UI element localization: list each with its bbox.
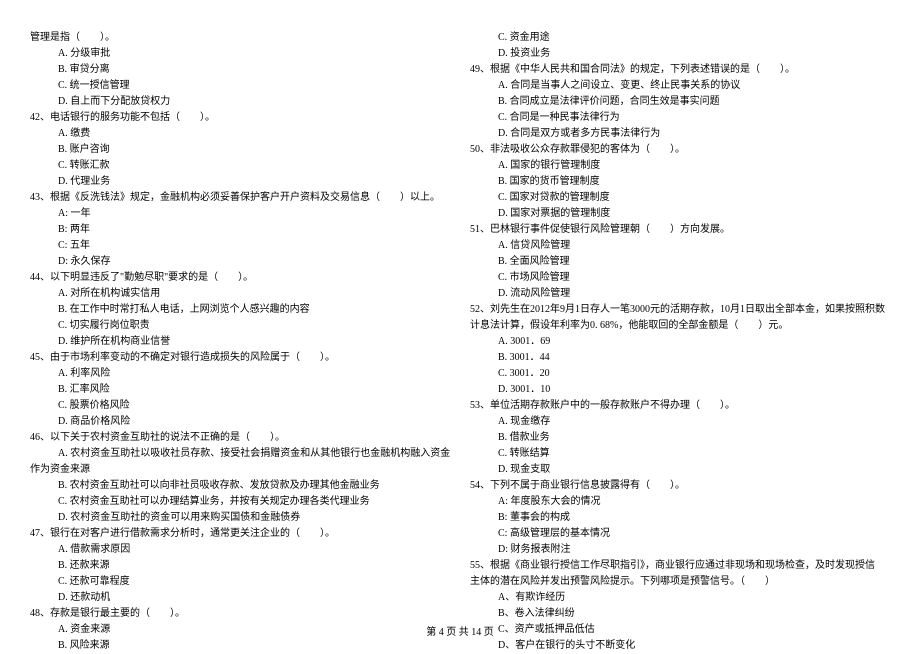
q49-opt-b: B. 合同成立是法律评价问题，合同生效是事实问题 <box>470 94 890 110</box>
q53-opt-b: B. 借款业务 <box>470 430 890 446</box>
q53-opt-c: C. 转账结算 <box>470 446 890 462</box>
q43-opt-c: C: 五年 <box>30 238 450 254</box>
q48-opt-b: B. 风险来源 <box>30 638 450 654</box>
q51-opt-d: D. 流动风险管理 <box>470 286 890 302</box>
q54-opt-a: A: 年度股东大会的情况 <box>470 494 890 510</box>
q48-opt-c: C. 资金用途 <box>470 30 890 46</box>
q51-stem: 51、巴林银行事件促使银行风险管理朝（ ）方向发展。 <box>470 222 890 238</box>
q55-stem-l2: 主体的潜在风险并发出预警风险提示。下列哪项是预警信号。（ ） <box>470 574 890 590</box>
q55-opt-d: D、客户在银行的头寸不断变化 <box>470 638 890 654</box>
q45-opt-a: A. 利率风险 <box>30 366 450 382</box>
q45-opt-c: C. 股票价格风险 <box>30 398 450 414</box>
left-column: 管理是指（ ）。 A. 分级审批 B. 审贷分离 C. 统一授信管理 D. 自上… <box>20 30 460 654</box>
q43-opt-d: D: 永久保存 <box>30 254 450 270</box>
q53-opt-a: A. 现金缴存 <box>470 414 890 430</box>
q47-opt-d: D. 还款动机 <box>30 590 450 606</box>
q51-opt-a: A. 信贷风险管理 <box>470 238 890 254</box>
q52-opt-d: D. 3001．10 <box>470 382 890 398</box>
q45-opt-b: B. 汇率风险 <box>30 382 450 398</box>
q53-opt-d: D. 现金支取 <box>470 462 890 478</box>
q53-stem: 53、单位活期存款账户中的一般存款账户不得办理（ ）。 <box>470 398 890 414</box>
q42-opt-b: B. 账户咨询 <box>30 142 450 158</box>
q44-stem: 44、以下明显违反了"勤勉尽职"要求的是（ ）。 <box>30 270 450 286</box>
q44-opt-c: C. 切实履行岗位职责 <box>30 318 450 334</box>
q51-opt-b: B. 全面风险管理 <box>470 254 890 270</box>
q52-opt-c: C. 3001．20 <box>470 366 890 382</box>
q49-opt-d: D. 合同是双方或者多方民事法律行为 <box>470 126 890 142</box>
q46-opt-a-l2: 作为资金来源 <box>30 462 450 478</box>
q46-stem: 46、以下关于农村资金互助社的说法不正确的是（ ）。 <box>30 430 450 446</box>
q43-stem: 43、根据《反洗钱法》规定，金融机构必须妥善保护客户开户资料及交易信息（ ）以上… <box>30 190 450 206</box>
q47-stem: 47、银行在对客户进行借款需求分析时，通常更关注企业的（ ）。 <box>30 526 450 542</box>
q50-stem: 50、非法吸收公众存款罪侵犯的客体为（ ）。 <box>470 142 890 158</box>
q41-stem-cont: 管理是指（ ）。 <box>30 30 450 46</box>
q47-opt-a: A. 借款需求原因 <box>30 542 450 558</box>
q46-opt-a-l1: A. 农村资金互助社以吸收社员存款、接受社会捐赠资金和从其他银行也金融机构融入资… <box>30 446 450 462</box>
q45-opt-d: D. 商品价格风险 <box>30 414 450 430</box>
q43-opt-b: B: 两年 <box>30 222 450 238</box>
q50-opt-c: C. 国家对贷款的管理制度 <box>470 190 890 206</box>
q41-opt-d: D. 自上而下分配放贷权力 <box>30 94 450 110</box>
q49-opt-a: A. 合同是当事人之间设立、变更、终止民事关系的协议 <box>470 78 890 94</box>
q41-opt-b: B. 审贷分离 <box>30 62 450 78</box>
q52-opt-b: B. 3001．44 <box>470 350 890 366</box>
q52-stem-l2: 计息法计算，假设年利率为0. 68%，他能取回的全部金额是（ ）元。 <box>470 318 890 334</box>
q42-opt-a: A. 缴费 <box>30 126 450 142</box>
q50-opt-a: A. 国家的银行管理制度 <box>470 158 890 174</box>
q51-opt-c: C. 市场风险管理 <box>470 270 890 286</box>
q55-stem-l1: 55、根据《商业银行授信工作尽职指引》，商业银行应通过非现场和现场检查，及时发现… <box>470 558 890 574</box>
q52-stem-l1: 52、刘先生在2012年9月1日存人一笔3000元的活期存款，10月1日取出全部… <box>470 302 890 318</box>
q47-opt-c: C. 还款可靠程度 <box>30 574 450 590</box>
q47-opt-b: B. 还款来源 <box>30 558 450 574</box>
q54-opt-b: B: 董事会的构成 <box>470 510 890 526</box>
q50-opt-b: B. 国家的货币管理制度 <box>470 174 890 190</box>
q55-opt-a: A、有欺诈经历 <box>470 590 890 606</box>
q54-opt-d: D: 财务报表附注 <box>470 542 890 558</box>
q41-opt-a: A. 分级审批 <box>30 46 450 62</box>
page-content: 管理是指（ ）。 A. 分级审批 B. 审贷分离 C. 统一授信管理 D. 自上… <box>0 0 920 654</box>
q42-opt-d: D. 代理业务 <box>30 174 450 190</box>
q44-opt-d: D. 维护所在机构商业信誉 <box>30 334 450 350</box>
q49-opt-c: C. 合同是一种民事法律行为 <box>470 110 890 126</box>
q52-opt-a: A. 3001．69 <box>470 334 890 350</box>
q48-stem: 48、存款是银行最主要的（ ）。 <box>30 606 450 622</box>
q44-opt-b: B. 在工作中时常打私人电话，上网浏览个人感兴趣的内容 <box>30 302 450 318</box>
q54-opt-c: C: 高级管理层的基本情况 <box>470 526 890 542</box>
q48-opt-d: D. 投资业务 <box>470 46 890 62</box>
q41-opt-c: C. 统一授信管理 <box>30 78 450 94</box>
q46-opt-b: B. 农村资金互助社可以向非社员吸收存款、发放贷款及办理其他金融业务 <box>30 478 450 494</box>
page-footer: 第 4 页 共 14 页 <box>0 623 920 638</box>
q44-opt-a: A. 对所在机构诚实信用 <box>30 286 450 302</box>
q54-stem: 54、下列不属于商业银行信息披露得有（ ）。 <box>470 478 890 494</box>
q45-stem: 45、由于市场利率变动的不确定对银行造成损失的风险属于（ ）。 <box>30 350 450 366</box>
right-column: C. 资金用途 D. 投资业务 49、根据《中华人民共和国合同法》的规定，下列表… <box>460 30 900 654</box>
q46-opt-d: D. 农村资金互助社的资金可以用来购买国债和金融债券 <box>30 510 450 526</box>
q43-opt-a: A: 一年 <box>30 206 450 222</box>
q42-stem: 42、电话银行的服务功能不包括（ ）。 <box>30 110 450 126</box>
q46-opt-c: C. 农村资金互助社可以办理结算业务，并按有关规定办理各类代理业务 <box>30 494 450 510</box>
q49-stem: 49、根据《中华人民共和国合同法》的规定，下列表述错误的是（ ）。 <box>470 62 890 78</box>
q55-opt-b: B、卷入法律纠纷 <box>470 606 890 622</box>
q42-opt-c: C. 转账汇款 <box>30 158 450 174</box>
q50-opt-d: D. 国家对票据的管理制度 <box>470 206 890 222</box>
